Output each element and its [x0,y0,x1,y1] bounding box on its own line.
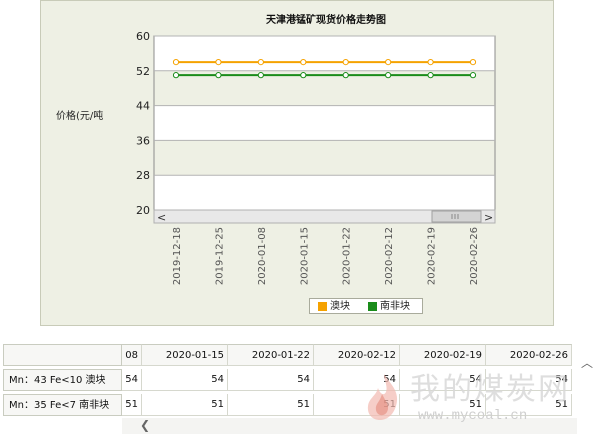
data-point [385,59,392,66]
data-point [427,72,434,79]
x-tick-label: 2020-02-26 [469,227,480,285]
data-point [342,59,349,66]
legend-swatch-australia [318,301,327,311]
data-point [172,72,180,79]
data-point [469,59,477,66]
data-point [215,59,222,66]
table-header-cell: 2020-02-19 [400,344,486,366]
table-header-cell: 2020-02-12 [314,344,400,366]
table-cell: 54 [486,369,572,391]
legend-label-australia: 澳块 [330,301,350,312]
x-tick-label: 2019-12-25 [214,227,225,285]
x-tick-label: 2020-01-15 [299,227,310,285]
data-point [300,72,307,79]
table-cell: 51 [314,394,400,416]
table-header-cell: 2020-01-22 [228,344,314,366]
table-cell: 51 [122,394,142,416]
data-point [257,59,264,66]
data-point [257,72,264,79]
table-header-cell: 2020-02-26 [486,344,572,366]
y-tick-label: 52 [136,65,150,78]
chart-panel: 20 28 36 44 52 60 天津港锰矿现货价格走势图价格(元/吨 < >2019-12-… [40,0,554,326]
data-point [469,72,477,79]
vertical-scrollbar[interactable]: ︿ [577,344,595,418]
y-tick-label: 60 [136,30,150,43]
table-cell: 54 [122,369,142,391]
plot-band [154,36,495,71]
data-point [427,59,434,66]
table-header-cell: 08 [122,344,142,366]
navigator-thumb [431,210,482,223]
table-cell: 51 [486,394,572,416]
data-point [300,59,307,66]
plot-band [154,140,495,176]
x-tick-label: 2020-01-08 [257,227,268,285]
table-cell: 54 [228,369,314,391]
legend-item-australia[interactable]: 澳块 [318,300,350,313]
chart-legend: 澳块 南非块 [309,298,423,314]
table-cell: 51 [400,394,486,416]
x-tick-label: 2020-01-22 [342,227,353,285]
y-axis-label: 价格(元/吨 [56,109,103,122]
table-cell: 51 [142,394,228,416]
y-tick-label: 44 [136,100,150,113]
chevron-right-icon: > [484,211,493,224]
table-cell: 54 [142,369,228,391]
scroll-up-icon[interactable]: ︿ [581,354,593,371]
y-tick-label: 28 [136,169,150,182]
table-cell: 51 [228,394,314,416]
row-header-australia: Mn：43 Fe<10 澳块 [3,369,122,391]
legend-swatch-south-africa [368,301,377,311]
data-point [342,72,349,79]
chart-svg: 20 28 36 44 52 60 天津港锰矿现货价格走势图价格(元/吨 < >2019-12-… [56,13,496,285]
chevron-left-icon: < [157,211,166,224]
y-tick-label: 20 [136,204,150,217]
horizontal-scrollbar[interactable]: ❮ [122,418,577,434]
x-tick-label: 2019-12-18 [172,227,183,285]
table-cell: 54 [400,369,486,391]
scroll-left-icon[interactable]: ❮ [140,418,150,432]
x-tick-label: 2020-02-19 [427,227,438,285]
chart-title: 天津港锰矿现货价格走势图 [266,13,386,26]
plot-band [154,105,495,141]
data-point [385,72,392,79]
plot-band [154,175,495,210]
legend-item-south-africa[interactable]: 南非块 [368,300,410,313]
row-header-south-africa: Mn：35 Fe<7 南非块 [3,394,122,416]
table-grid: 08 2020-01-15 2020-01-22 2020-02-12 2020-02-… [122,344,577,416]
y-tick-label: 36 [136,134,150,147]
table-header-cell: 2020-01-15 [142,344,228,366]
legend-label-south-africa: 南非块 [380,301,410,312]
data-point [172,59,180,66]
data-point [215,72,222,79]
row-header-corner [3,344,122,366]
table-cell: 54 [314,369,400,391]
x-tick-label: 2020-02-12 [384,227,395,285]
